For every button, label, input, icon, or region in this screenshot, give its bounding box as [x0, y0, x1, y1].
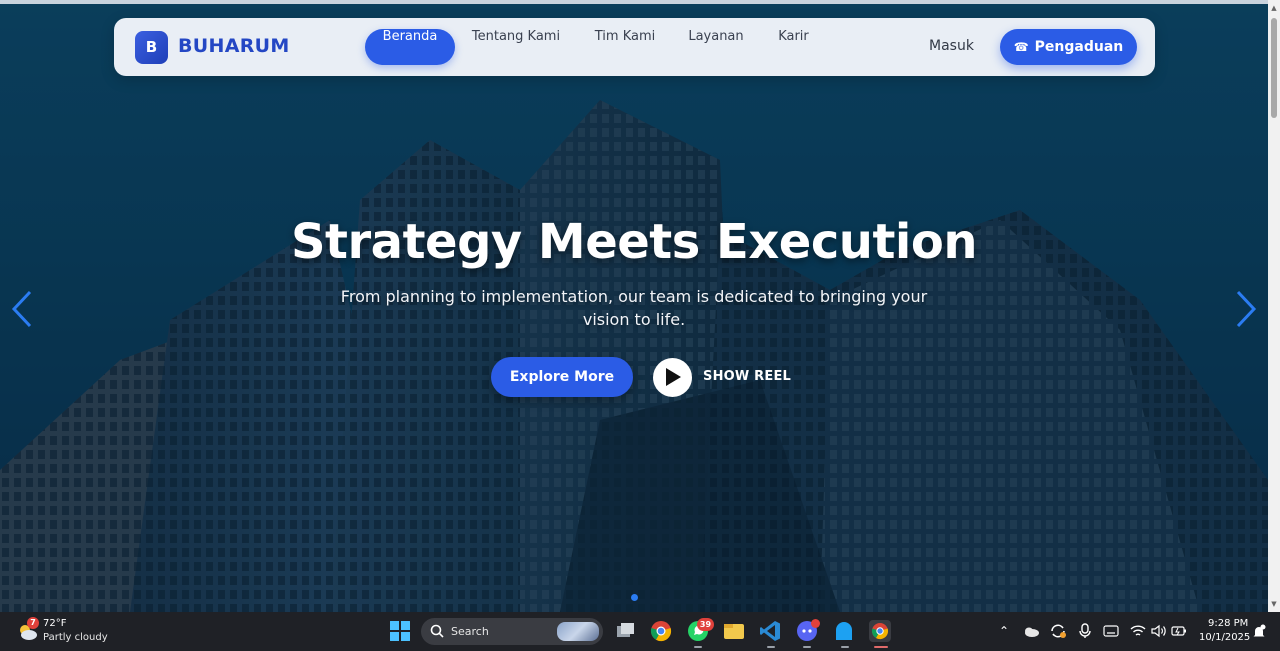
chevron-up-icon[interactable]: ⌃ — [999, 624, 1009, 638]
battery-icon[interactable] — [1171, 624, 1187, 638]
chevron-right-icon[interactable] — [1235, 290, 1257, 328]
navbar: B BUHARUM Beranda Tentang Kami Tim Kami … — [114, 18, 1155, 76]
chevron-left-icon[interactable] — [11, 290, 33, 328]
taskbar: 7 72°F Partly cloudy Search 39 ⌃ 9:28 PM… — [0, 612, 1280, 651]
taskbar-search[interactable]: Search — [421, 618, 603, 645]
task-view-icon[interactable] — [614, 620, 636, 642]
nav-item-tentang-kami[interactable]: Tentang Kami — [466, 29, 566, 65]
logo-icon[interactable]: B — [135, 31, 168, 64]
discord-badge — [811, 619, 820, 628]
weather-badge: 7 — [27, 617, 39, 629]
browser-edge — [0, 0, 1268, 4]
show-reel-link[interactable]: SHOW REEL — [703, 369, 791, 384]
brand-name[interactable]: BUHARUM — [178, 35, 290, 57]
chrome-active-indicator — [874, 646, 888, 648]
explore-more-button[interactable]: Explore More — [491, 357, 633, 397]
vscode-running-indicator — [767, 646, 775, 648]
whatsapp-badge: 39 — [697, 618, 714, 631]
wifi-icon[interactable] — [1130, 624, 1146, 638]
scrollbar[interactable]: ▲ ▼ — [1268, 0, 1280, 612]
clock-time[interactable]: 9:28 PM — [1208, 618, 1248, 629]
keyboard-icon[interactable] — [1103, 625, 1119, 637]
nav-item-layanan[interactable]: Layanan — [680, 29, 752, 65]
weather-temp[interactable]: 72°F — [43, 618, 66, 629]
nav-item-tim-kami[interactable]: Tim Kami — [584, 29, 666, 65]
search-label: Search — [451, 625, 489, 638]
volume-icon[interactable] — [1151, 624, 1167, 638]
search-highlight-image — [557, 622, 599, 641]
carousel-indicator[interactable] — [631, 594, 638, 601]
nav-item-beranda[interactable]: Beranda — [365, 29, 455, 65]
app-running-indicator — [841, 646, 849, 648]
search-icon — [430, 624, 444, 638]
scroll-down-icon[interactable]: ▼ — [1270, 600, 1278, 608]
sync-icon[interactable] — [1049, 622, 1067, 640]
weather-condition[interactable]: Partly cloudy — [43, 632, 108, 643]
chrome-icon[interactable] — [650, 620, 672, 642]
discord-running-indicator — [803, 646, 811, 648]
complaint-button-label: Pengaduan — [1034, 39, 1124, 55]
windows-start-icon[interactable] — [389, 620, 411, 642]
scroll-up-icon[interactable]: ▲ — [1270, 4, 1278, 12]
phone-icon: ☎ — [1013, 40, 1029, 54]
hero-title: Strategy Meets Execution — [290, 214, 978, 270]
vscode-icon[interactable] — [759, 620, 781, 642]
file-explorer-icon[interactable] — [723, 620, 745, 642]
notification-bell-icon[interactable] — [1252, 624, 1266, 640]
clock-date[interactable]: 10/1/2025 — [1199, 632, 1250, 643]
onedrive-icon[interactable] — [1022, 624, 1040, 638]
complaint-button[interactable]: ☎ Pengaduan — [1000, 29, 1137, 65]
nav-item-karir[interactable]: Karir — [766, 29, 821, 65]
app-icon[interactable] — [833, 620, 855, 642]
play-icon[interactable] — [653, 358, 692, 397]
hero-subtitle: From planning to implementation, our tea… — [340, 287, 928, 329]
microphone-icon[interactable] — [1078, 623, 1092, 639]
login-link[interactable]: Masuk — [929, 38, 974, 54]
scrollbar-thumb[interactable] — [1271, 18, 1277, 118]
chrome-profile-icon[interactable] — [869, 620, 891, 642]
whatsapp-running-indicator — [694, 646, 702, 648]
